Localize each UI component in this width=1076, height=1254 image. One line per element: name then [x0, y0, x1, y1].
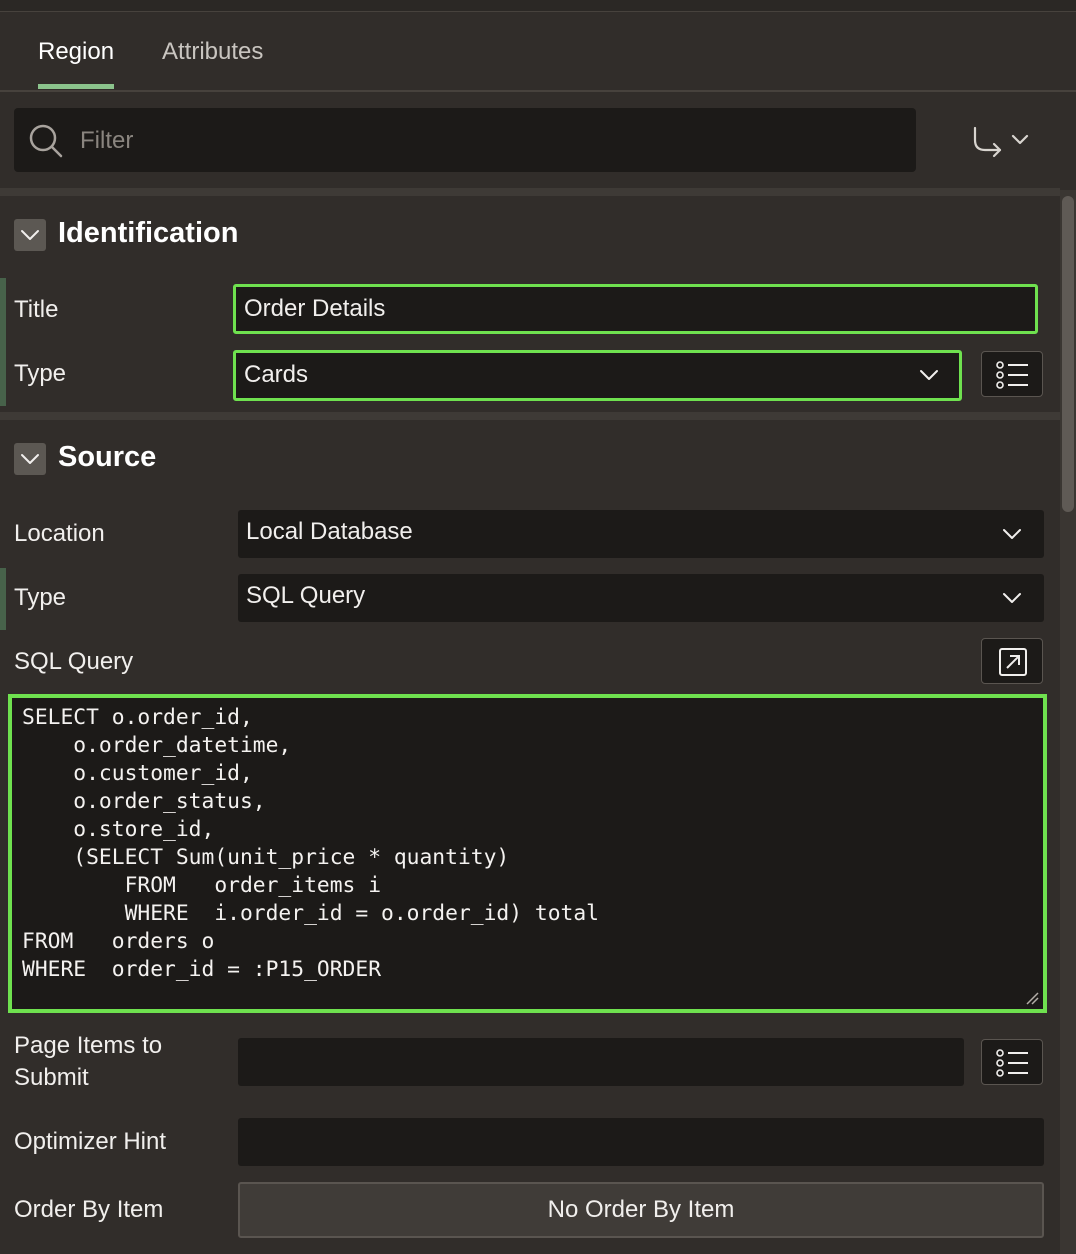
go-to-group-icon: [973, 126, 1029, 158]
chevron-down-icon: [21, 454, 39, 464]
source-type-label: Type: [14, 584, 67, 611]
required-marker: [0, 278, 6, 342]
section-collapse-button[interactable]: [14, 443, 46, 475]
region-type-select[interactable]: Cards: [233, 350, 962, 401]
expand-code-editor-button[interactable]: [981, 638, 1043, 684]
sql-query-label: SQL Query: [14, 648, 134, 675]
section-source-header[interactable]: Source: [0, 429, 1060, 489]
list-of-values-button[interactable]: [981, 351, 1043, 397]
go-to-group-button[interactable]: [966, 116, 1038, 166]
region-type-label: Type: [14, 360, 67, 387]
active-tab-indicator: [38, 84, 114, 89]
scrollbar-thumb[interactable]: [1062, 196, 1074, 512]
sql-query-editor[interactable]: SELECT o.order_id, o.order_datetime, o.c…: [8, 694, 1047, 1013]
sql-query-text: SELECT o.order_id, o.order_datetime, o.c…: [22, 705, 599, 982]
filter-input[interactable]: [78, 108, 902, 174]
order-by-item-button[interactable]: No Order By Item: [238, 1182, 1044, 1238]
search-icon: [29, 124, 63, 158]
source-type-select[interactable]: SQL Query: [238, 574, 1044, 622]
required-marker: [0, 342, 6, 406]
filter-box: [14, 108, 916, 174]
chevron-down-icon: [1003, 529, 1021, 539]
page-items-label: Page Items to Submit: [14, 1032, 163, 1091]
section-collapse-button[interactable]: [14, 219, 46, 251]
top-border: [0, 0, 1076, 12]
title-field[interactable]: Order Details: [233, 284, 1038, 334]
tab-region[interactable]: Region: [38, 38, 114, 66]
title-value: Order Details: [244, 295, 386, 322]
list-icon: [996, 361, 1028, 389]
section-title: Source: [58, 441, 157, 473]
order-by-item-label: Order By Item: [14, 1196, 164, 1223]
chevron-down-icon: [1003, 593, 1021, 603]
region-type-value: Cards: [244, 361, 309, 388]
optimizer-hint-input[interactable]: [238, 1118, 1044, 1166]
location-label: Location: [14, 520, 105, 547]
divider: [0, 188, 1060, 196]
resize-handle-icon[interactable]: [1025, 991, 1039, 1005]
list-icon: [996, 1049, 1028, 1077]
location-value: Local Database: [246, 518, 413, 545]
expand-icon: [999, 648, 1027, 676]
section-title: Identification: [58, 217, 239, 249]
chevron-down-icon: [920, 370, 938, 380]
chevron-down-icon: [21, 230, 39, 240]
tab-bar: Region Attributes: [0, 12, 1076, 92]
divider: [0, 412, 1060, 420]
source-type-value: SQL Query: [246, 582, 366, 609]
list-of-values-button[interactable]: [981, 1039, 1043, 1085]
location-select[interactable]: Local Database: [238, 510, 1044, 558]
title-label: Title: [14, 296, 59, 323]
section-identification-header[interactable]: Identification: [0, 205, 1060, 265]
required-marker: [0, 568, 6, 630]
tab-attributes[interactable]: Attributes: [162, 38, 263, 66]
page-items-input[interactable]: [238, 1038, 964, 1086]
optimizer-hint-label: Optimizer Hint: [14, 1128, 167, 1155]
